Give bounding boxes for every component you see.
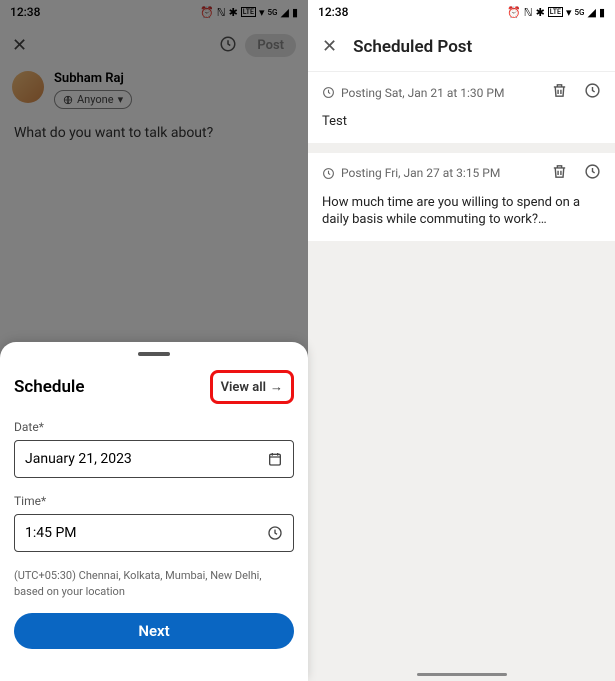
view-all-button[interactable]: View all → — [221, 379, 283, 395]
audience-label: Anyone — [77, 93, 114, 106]
post-button[interactable]: Post — [245, 34, 296, 57]
sheet-grabber[interactable] — [138, 352, 170, 356]
page-title: Scheduled Post — [353, 37, 472, 57]
reschedule-button[interactable] — [584, 82, 601, 103]
schedule-icon[interactable] — [219, 35, 237, 57]
timezone-note: (UTC+05:30) Chennai, Kolkata, Mumbai, Ne… — [14, 568, 294, 599]
scheduled-list: Posting Sat, Jan 21 at 1:30 PM Test — [308, 72, 615, 667]
signal-icon: ◢ — [280, 6, 288, 19]
scheduled-item[interactable]: Posting Sat, Jan 21 at 1:30 PM Test — [308, 72, 615, 143]
status-bar-right: 12:38 ⏰ ℕ ✱ LTE ▾ 5G ◢ ▮ — [308, 0, 615, 24]
wifi-icon: ▾ — [566, 6, 572, 19]
date-input[interactable]: January 21, 2023 — [14, 440, 294, 478]
alarm-icon: ⏰ — [200, 6, 214, 19]
view-all-label: View all — [221, 380, 266, 395]
scheduled-body: Test — [322, 113, 601, 131]
chevron-down-icon: ▾ — [118, 93, 124, 106]
bluetooth-icon: ✱ — [536, 6, 545, 19]
globe-icon — [63, 95, 73, 105]
status-bar-left: 12:38 ⏰ ℕ ✱ LTE ▾ 5G ◢ ▮ — [0, 0, 308, 24]
time-label: Time* — [14, 494, 294, 508]
signal-5g-icon: 5G — [267, 8, 277, 17]
delete-button[interactable] — [551, 163, 568, 184]
signal-icon: ◢ — [587, 6, 595, 19]
date-value: January 21, 2023 — [25, 451, 132, 467]
close-icon[interactable]: ✕ — [12, 35, 27, 56]
reschedule-button[interactable] — [584, 163, 601, 184]
trash-icon — [551, 82, 568, 99]
compose-prompt[interactable]: What do you want to talk about? — [0, 117, 308, 149]
nav-handle[interactable] — [417, 673, 507, 676]
scheduled-header: ✕ Scheduled Post — [308, 24, 615, 72]
view-all-highlight: View all → — [210, 370, 294, 404]
battery-icon: ▮ — [599, 6, 605, 19]
scheduled-body: How much time are you willing to spend o… — [322, 194, 601, 229]
clock-icon — [584, 82, 601, 99]
close-icon[interactable]: ✕ — [322, 36, 337, 57]
trash-icon — [551, 163, 568, 180]
delete-button[interactable] — [551, 82, 568, 103]
statusbar-time: 12:38 — [318, 5, 348, 19]
next-button[interactable]: Next — [14, 613, 294, 649]
schedule-bottom-sheet: Schedule View all → Date* January 21, 20… — [0, 342, 308, 681]
nfc-icon: ℕ — [217, 6, 226, 19]
clock-icon — [267, 525, 283, 541]
scheduled-meta: Posting Fri, Jan 27 at 3:15 PM — [341, 166, 500, 180]
date-label: Date* — [14, 420, 294, 434]
clock-icon — [584, 163, 601, 180]
time-input[interactable]: 1:45 PM — [14, 514, 294, 552]
android-nav-bar-right — [308, 667, 615, 681]
arrow-right-icon: → — [270, 379, 283, 395]
audience-selector[interactable]: Anyone ▾ — [54, 90, 132, 109]
scheduled-item[interactable]: Posting Fri, Jan 27 at 3:15 PM How much … — [308, 153, 615, 241]
scheduled-meta: Posting Sat, Jan 21 at 1:30 PM — [341, 86, 504, 100]
clock-icon — [322, 86, 335, 99]
battery-icon: ▮ — [292, 6, 298, 19]
schedule-title: Schedule — [14, 377, 85, 397]
signal-5g-icon: 5G — [574, 8, 584, 17]
alarm-icon: ⏰ — [507, 6, 521, 19]
statusbar-time: 12:38 — [10, 5, 40, 19]
avatar — [12, 71, 44, 103]
clock-icon — [322, 167, 335, 180]
volte-icon: LTE — [241, 7, 256, 17]
volte-icon: LTE — [548, 7, 563, 17]
user-name: Subham Raj — [54, 71, 132, 86]
bluetooth-icon: ✱ — [229, 6, 238, 19]
nfc-icon: ℕ — [524, 6, 533, 19]
statusbar-icons: ⏰ ℕ ✱ LTE ▾ 5G ◢ ▮ — [200, 6, 298, 19]
calendar-icon — [267, 451, 283, 467]
wifi-icon: ▾ — [259, 6, 265, 19]
time-value: 1:45 PM — [25, 525, 77, 541]
statusbar-icons: ⏰ ℕ ✱ LTE ▾ 5G ◢ ▮ — [507, 6, 605, 19]
